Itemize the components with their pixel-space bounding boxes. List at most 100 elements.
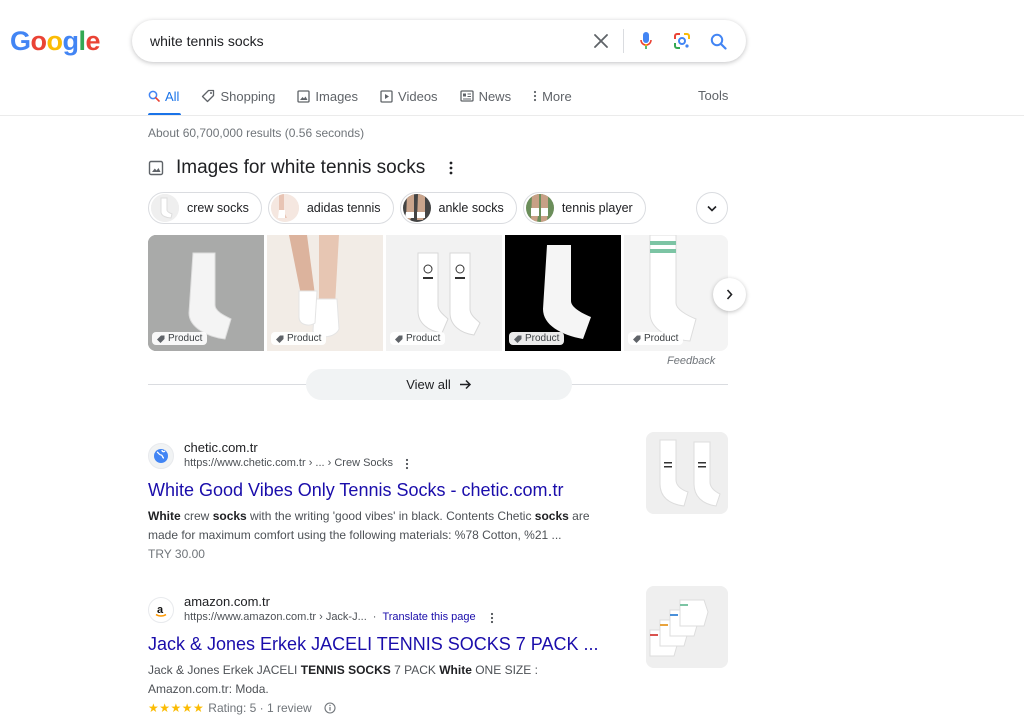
lens-search-button[interactable] — [664, 23, 700, 59]
chip-label: adidas tennis — [306, 201, 381, 215]
chip-thumbnail — [525, 194, 554, 222]
tag-icon — [276, 335, 284, 343]
chip-tennis-player[interactable]: tennis player — [522, 192, 646, 224]
logo-letter: g — [62, 26, 80, 56]
result-title-link[interactable]: Jack & Jones Erkek JACELI TENNIS SOCKS 7… — [148, 633, 728, 655]
clear-button[interactable] — [583, 23, 619, 59]
tab-shopping[interactable]: Shopping — [201, 86, 275, 106]
chevron-down-icon — [707, 205, 717, 212]
search-divider — [623, 29, 624, 53]
result-thumbnail[interactable] — [646, 586, 728, 668]
snippet-text: with the writing 'good vibes' in black. … — [246, 509, 535, 523]
rating-stars: ★★★★★ — [148, 701, 205, 715]
image-icon — [297, 89, 311, 103]
site-url: https://www.amazon.com.tr › Jack-J... · … — [184, 610, 494, 625]
result-thumbnail[interactable] — [646, 432, 728, 514]
google-lens-icon — [674, 33, 690, 49]
chip-crew-socks[interactable]: crew socks — [148, 192, 262, 224]
site-favicon: a — [148, 596, 174, 623]
newspaper-icon — [459, 90, 474, 102]
tag-icon — [633, 335, 641, 343]
view-all-label: View all — [406, 377, 451, 392]
badge-label: Product — [406, 333, 441, 344]
search-result: a amazon.com.tr https://www.amazon.com.t… — [148, 586, 728, 717]
result-price: TRY 30.00 — [148, 547, 205, 561]
result-stats: About 60,700,000 results (0.56 seconds) — [148, 126, 365, 140]
google-logo[interactable]: Google — [10, 26, 101, 57]
tab-videos[interactable]: Videos — [380, 86, 438, 106]
chip-ankle-socks[interactable]: ankle socks — [399, 192, 517, 224]
image-carousel: Product Product Product Product Product — [148, 235, 728, 351]
chip-thumbnail — [402, 194, 431, 222]
image-icon — [148, 160, 164, 176]
more-vert-icon[interactable] — [490, 612, 494, 624]
site-favicon — [148, 442, 174, 469]
result-url: https://www.amazon.com.tr › Jack-J... — [184, 611, 367, 623]
snippet-text: Jack & Jones Erkek JACELI — [148, 663, 301, 677]
more-vert-icon — [533, 90, 537, 102]
more-vert-icon[interactable] — [405, 458, 409, 470]
image-result[interactable]: Product — [148, 235, 264, 351]
rating-text: Rating: 5 · 1 review — [208, 701, 312, 715]
chip-label: ankle socks — [438, 201, 504, 215]
search-input[interactable]: white tennis socks — [150, 33, 583, 49]
tools-button[interactable]: Tools — [698, 88, 728, 103]
chip-label: tennis player — [561, 201, 633, 215]
play-icon — [380, 89, 393, 103]
image-refinement-chips: crew socks adidas tennis ankle socks ten… — [148, 192, 646, 224]
product-badge: Product — [152, 332, 208, 345]
search-result: chetic.com.tr https://www.chetic.com.tr … — [148, 432, 728, 563]
microphone-icon — [640, 32, 652, 49]
logo-letter: o — [30, 26, 48, 56]
sock-image — [646, 586, 728, 668]
arrow-right-icon — [459, 379, 471, 390]
info-icon[interactable] — [324, 702, 336, 714]
tab-all[interactable]: All — [148, 86, 179, 106]
tab-more[interactable]: More — [533, 86, 572, 106]
search-box[interactable]: white tennis socks — [132, 20, 746, 62]
snippet-bold: socks — [212, 509, 247, 523]
tab-images[interactable]: Images — [297, 86, 358, 106]
image-result[interactable]: Product — [267, 235, 383, 351]
tab-label: Shopping — [220, 88, 276, 104]
result-title-link[interactable]: White Good Vibes Only Tennis Socks - che… — [148, 479, 728, 501]
badge-label: Product — [287, 333, 322, 344]
result-rating: ★★★★★ Rating: 5 · 1 review — [148, 699, 728, 717]
tag-icon — [157, 335, 165, 343]
svg-text:a: a — [157, 604, 164, 616]
amazon-icon: a — [155, 604, 167, 617]
snippet-bold: TENNIS SOCKS — [300, 663, 391, 677]
close-icon — [594, 34, 608, 48]
product-badge: Product — [628, 332, 684, 345]
translate-link[interactable]: Translate this page — [382, 610, 475, 625]
badge-label: Product — [168, 333, 203, 344]
tab-label: Videos — [398, 88, 438, 104]
tab-label: News — [478, 88, 512, 104]
tag-icon — [395, 335, 403, 343]
search-icon — [710, 33, 727, 50]
result-source[interactable]: chetic.com.tr https://www.chetic.com.tr … — [148, 440, 728, 471]
carousel-next-button[interactable] — [713, 278, 746, 311]
tab-news[interactable]: News — [459, 86, 512, 106]
sock-image — [646, 432, 728, 514]
view-all-button[interactable]: View all — [306, 369, 572, 400]
tab-label: More — [542, 88, 572, 104]
result-source[interactable]: a amazon.com.tr https://www.amazon.com.t… — [148, 594, 728, 625]
expand-chips-button[interactable] — [696, 192, 728, 224]
search-submit-button[interactable] — [700, 23, 736, 59]
feedback-link[interactable]: Feedback — [667, 355, 715, 367]
result-snippet: White crew socks with the writing 'good … — [148, 507, 618, 545]
voice-search-button[interactable] — [628, 23, 664, 59]
chip-adidas-tennis[interactable]: adidas tennis — [267, 192, 394, 224]
logo-letter: G — [10, 26, 31, 56]
image-result[interactable]: Product — [386, 235, 502, 351]
tab-label: All — [165, 88, 180, 104]
site-name: chetic.com.tr — [184, 440, 258, 455]
snippet-bold: White — [439, 663, 472, 677]
more-options-icon[interactable] — [449, 161, 453, 175]
tag-icon — [202, 89, 215, 103]
tag-icon — [514, 335, 522, 343]
result-url: https://www.chetic.com.tr › ... › Crew S… — [184, 457, 394, 469]
image-result[interactable]: Product — [505, 235, 621, 351]
logo-letter: l — [78, 26, 87, 56]
